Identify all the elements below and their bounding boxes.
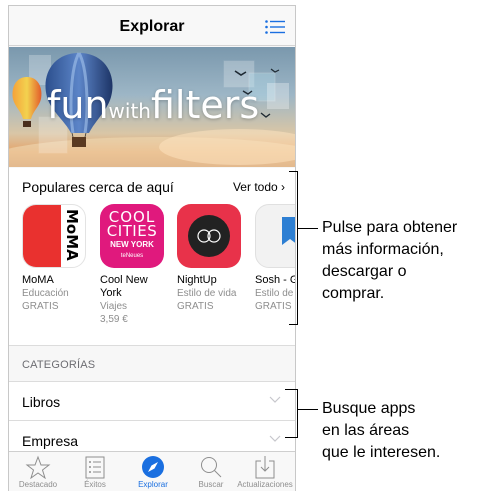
app-price: GRATIS <box>22 301 59 312</box>
featured-banner[interactable]: funwithfilters <box>9 47 295 167</box>
category-row-libros[interactable]: Libros <box>9 381 295 420</box>
app-name: MoMA <box>22 274 54 286</box>
chevron-down-icon <box>269 435 281 442</box>
search-icon <box>201 457 222 478</box>
section-title: Populares cerca de aquí <box>22 179 174 195</box>
app-item-cool-new-york[interactable]: COOL CITIES NEW YORK teNeues Cool New Yo… <box>100 204 172 326</box>
app-name: NightUp <box>177 274 217 286</box>
compass-icon <box>142 456 164 478</box>
app-category: Viajes <box>100 301 128 312</box>
app-item-moma[interactable]: MoMA MoMA Educación GRATIS <box>22 204 94 313</box>
download-icon <box>255 456 275 479</box>
categories-callout-line <box>298 409 318 410</box>
app-name: Cool New York <box>100 274 148 299</box>
see-all-link[interactable]: Ver todo › <box>233 180 285 194</box>
apps-callout-bracket <box>289 171 298 325</box>
page-title: Explorar <box>119 18 185 35</box>
chevron-down-icon <box>269 396 281 403</box>
app-price: GRATIS <box>177 301 214 312</box>
categories-callout-bracket <box>285 389 298 438</box>
app-item-nightup[interactable]: NightUp Estilo de vida GRATIS <box>177 204 249 313</box>
tab-exitos[interactable]: Éxitos <box>66 455 124 489</box>
apps-callout-line <box>298 228 318 229</box>
tab-bar: Destacado Éxitos Explorar Buscar Actuali… <box>9 451 295 491</box>
tab-destacado[interactable]: Destacado <box>9 455 67 489</box>
tab-buscar[interactable]: Buscar <box>182 455 240 489</box>
apps-callout-text: Pulse para obtener más información, desc… <box>322 219 458 302</box>
categories-callout-text: Busque apps en las áreas que le interese… <box>322 400 441 461</box>
svg-text:MoMA: MoMA <box>63 209 81 261</box>
star-icon <box>25 455 51 479</box>
cool-cities-icon: COOL CITIES NEW YORK teNeues <box>100 204 164 268</box>
app-category: Educación <box>22 288 69 299</box>
category-label: Libros <box>22 394 61 410</box>
tab-explorar[interactable]: Explorar <box>124 455 182 489</box>
popular-nearby-section: Populares cerca de aquí Ver todo › MoMA … <box>9 168 295 346</box>
app-carousel: MoMA MoMA Educación GRATIS COOL CITIES N… <box>22 204 295 344</box>
tab-actualizaciones[interactable]: Actualizaciones <box>234 455 295 489</box>
categories-header: CATEGORÍAS <box>22 359 96 371</box>
list-icon <box>85 456 105 479</box>
moma-icon: MoMA <box>22 204 86 268</box>
app-price: 3,59 € <box>100 314 128 325</box>
banner-title: funwithfilters <box>47 83 260 127</box>
app-category: Estilo de vida <box>177 288 237 299</box>
navigation-bar: Explorar <box>9 6 295 46</box>
nightup-icon <box>177 204 241 268</box>
phone-screen: Explorar funwithfilters Populares cerca … <box>8 5 296 491</box>
list-view-icon[interactable] <box>265 20 285 34</box>
category-label: Empresa <box>22 433 79 449</box>
